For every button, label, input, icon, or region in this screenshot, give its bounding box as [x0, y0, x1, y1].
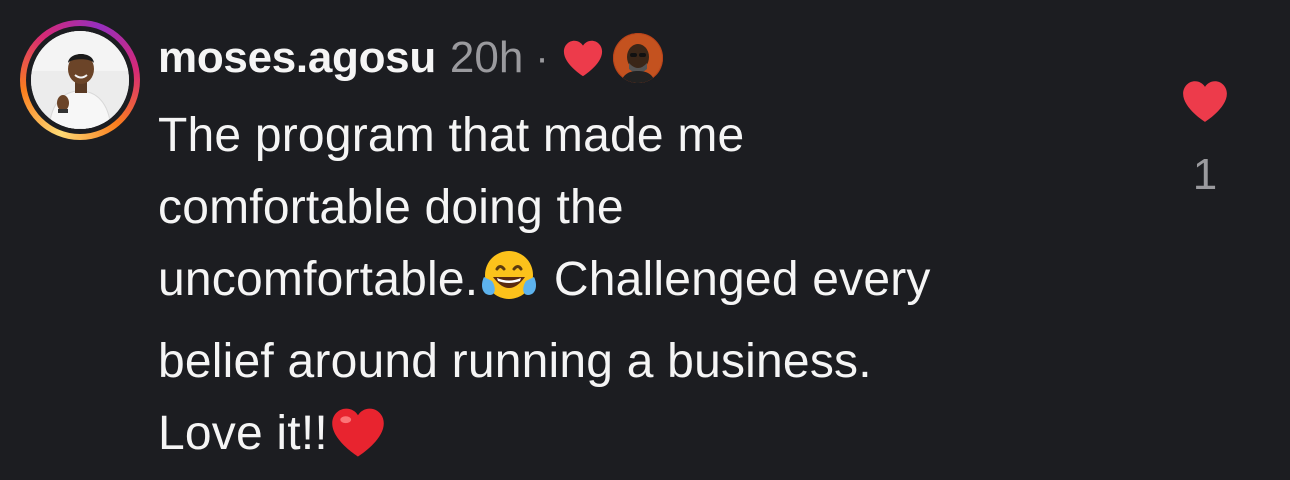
comment-segment: Love it!!: [158, 407, 328, 460]
comment-line: Love it!!: [158, 398, 1158, 480]
comment-text: The program that made me comfortable doi…: [158, 100, 1158, 480]
separator-dot: ·: [535, 35, 549, 80]
heart-icon: [1183, 81, 1227, 122]
avatar-photo: [31, 31, 129, 129]
comment-line: The program that made me: [158, 109, 745, 162]
creator-avatar: [612, 33, 663, 83]
comment-header: moses.agosu 20h ·: [158, 28, 663, 88]
like-button[interactable]: [1180, 78, 1230, 124]
avatar-ring-gap: [26, 26, 134, 134]
comment: moses.agosu 20h · The program that made …: [0, 0, 1290, 460]
red-heart-emoji-icon: [328, 405, 388, 480]
comment-line: belief around running a business.: [158, 335, 872, 388]
creator-liked-heart-icon: [561, 38, 605, 78]
comment-line: comfortable doing the: [158, 181, 624, 234]
avatar[interactable]: [20, 20, 140, 140]
like-count[interactable]: 1: [1180, 150, 1230, 200]
comment-segment: Challenged every: [553, 253, 931, 306]
comment-segment: uncomfortable.: [158, 253, 479, 306]
comment-line: uncomfortable. Challenged every: [158, 244, 1158, 326]
laughing-emoji-icon: [478, 249, 540, 326]
comment-timestamp: 20h: [449, 33, 524, 82]
avatar-image: [31, 31, 129, 129]
username-link[interactable]: moses.agosu: [158, 33, 436, 83]
